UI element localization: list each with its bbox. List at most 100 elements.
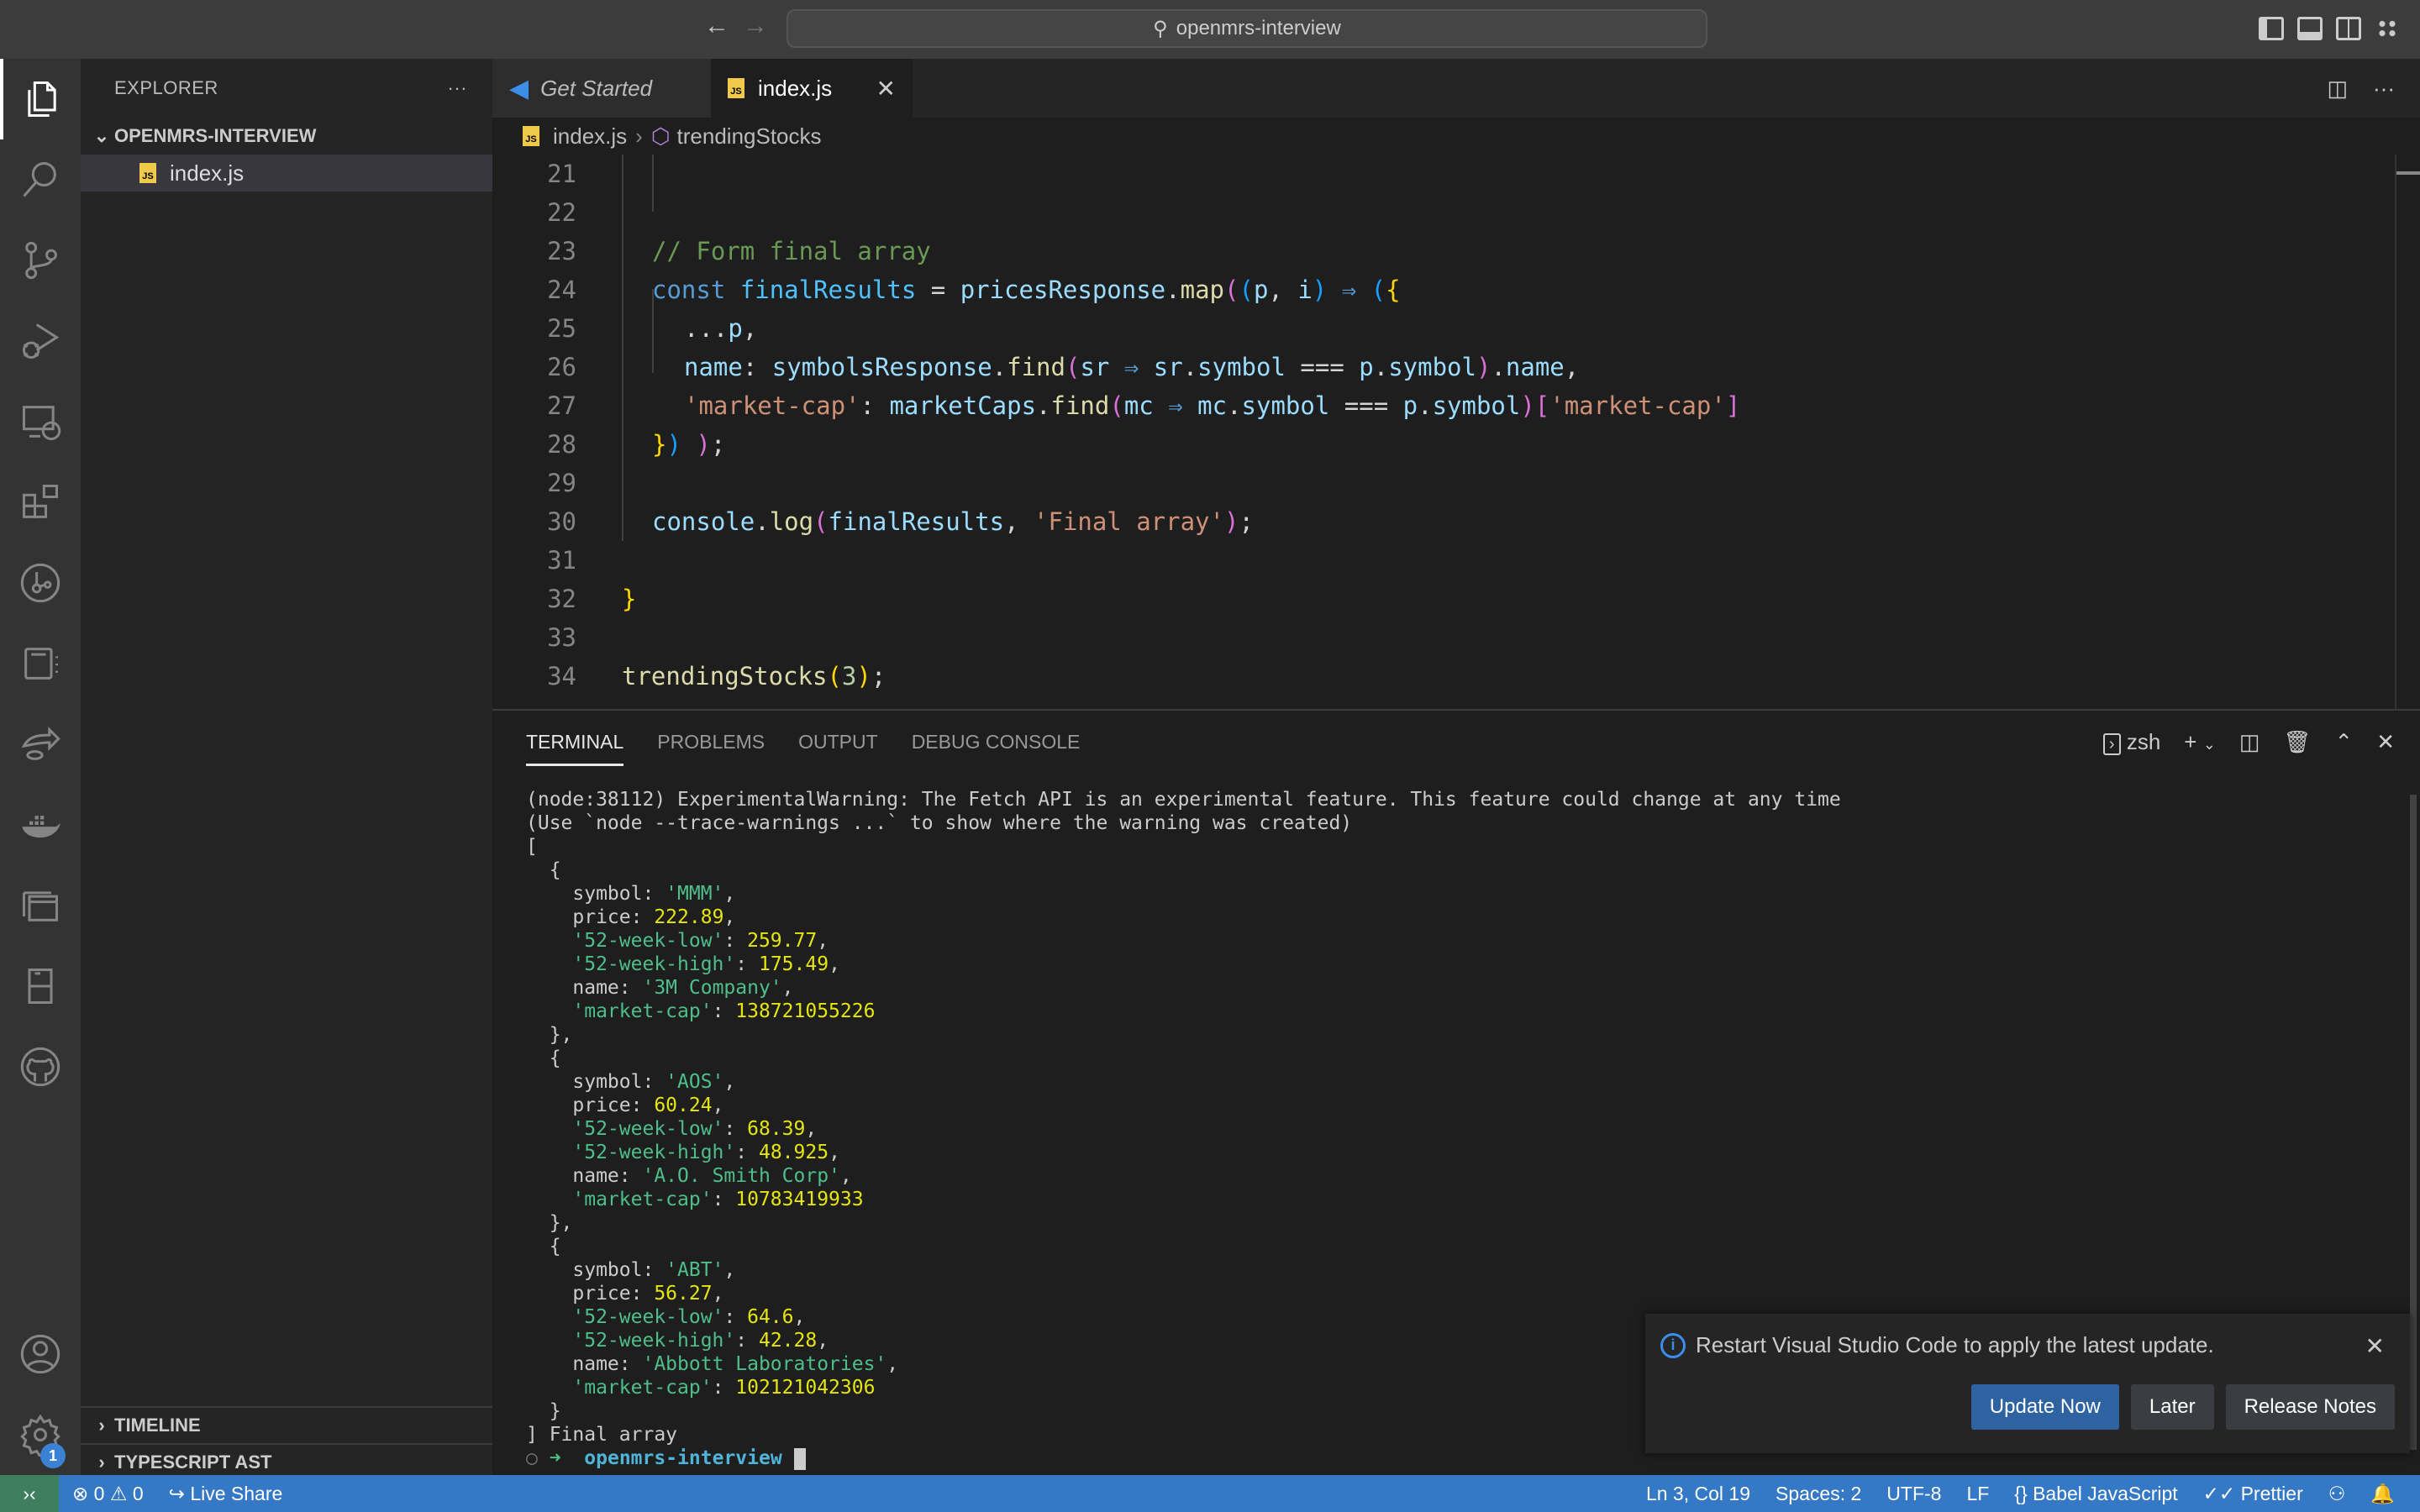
line-number: 29 (547, 469, 576, 497)
editor-actions: ◫ ··· (2327, 76, 2395, 102)
error-count: 0 (93, 1482, 105, 1504)
nav-arrows: ← → (704, 12, 768, 40)
timeline-section[interactable]: › TIMELINE (81, 1406, 492, 1443)
split-editor-icon[interactable]: ◫ (2327, 76, 2348, 102)
code-token: 'Final array' (1033, 507, 1224, 536)
toggle-secondary-sidebar-icon[interactable] (2336, 17, 2361, 40)
toggle-primary-sidebar-icon[interactable] (2259, 17, 2284, 40)
final-array-label: Final array (549, 1424, 678, 1446)
breadcrumb: JS index.js › ⬡ trendingStocks (492, 118, 2420, 155)
code-token: ⇒ (1123, 353, 1139, 381)
line-number: 24 (547, 276, 576, 304)
code-token: p (1253, 276, 1269, 304)
feedback-icon[interactable]: ⚇ (2328, 1483, 2346, 1505)
code-line: 32} (492, 580, 2395, 618)
code-token: find (1007, 353, 1065, 381)
minimap-slider[interactable] (2396, 171, 2420, 175)
manage-gear-icon[interactable]: 1 (0, 1394, 81, 1475)
git-graph-icon[interactable] (0, 543, 81, 623)
terminal-shell-selector[interactable]: › zsh (2102, 729, 2160, 755)
breadcrumb-symbol[interactable]: trendingStocks (677, 123, 822, 150)
database-icon[interactable] (0, 946, 81, 1026)
tab-problems[interactable]: PROBLEMS (657, 731, 765, 766)
containers-icon[interactable] (0, 865, 81, 946)
tab-index-js[interactable]: JS index.js ✕ (711, 59, 913, 118)
cursor-position[interactable]: Ln 3, Col 19 (1646, 1483, 1750, 1505)
code-token: p (728, 314, 743, 343)
code-token: symbol (1197, 353, 1286, 381)
back-arrow-icon[interactable]: ← (704, 12, 729, 40)
result-symbol: 'MMM' (666, 883, 724, 905)
symbol-method-icon: ⬡ (650, 123, 671, 149)
result-low: 259.77 (747, 930, 818, 952)
tab-terminal[interactable]: TERMINAL (526, 731, 624, 766)
code-token: symbolsResponse (771, 353, 992, 381)
code-token: mc (1197, 391, 1228, 420)
forward-arrow-icon[interactable]: → (743, 12, 768, 40)
folder-name: OPENMRS-INTERVIEW (114, 125, 317, 146)
accounts-icon[interactable] (0, 1314, 81, 1394)
docker-icon[interactable] (0, 785, 81, 865)
terminal-output[interactable]: (node:38112) ExperimentalWarning: The Fe… (526, 788, 1841, 1470)
later-button[interactable]: Later (2130, 1384, 2214, 1430)
live-share-icon[interactable] (0, 704, 81, 785)
command-center-search[interactable]: ⚲ openmrs-interview (786, 9, 1707, 48)
tab-debug-console[interactable]: DEBUG CONSOLE (912, 731, 1081, 766)
breadcrumb-file[interactable]: index.js (553, 123, 627, 150)
remote-explorer-icon[interactable] (0, 381, 81, 462)
tab-output[interactable]: OUTPUT (798, 731, 878, 766)
run-debug-icon[interactable] (0, 301, 81, 381)
js-file-icon: JS (728, 78, 744, 98)
tab-close-icon[interactable]: ✕ (876, 75, 896, 102)
code-token: name (1505, 353, 1565, 381)
line-number: 25 (547, 314, 576, 343)
language-mode[interactable]: {} Babel JavaScript (2014, 1483, 2177, 1505)
release-notes-button[interactable]: Release Notes (2225, 1384, 2395, 1430)
double-check-icon: ✓✓ (2202, 1482, 2236, 1504)
notebook-icon[interactable] (0, 623, 81, 704)
minimap[interactable] (2395, 155, 2420, 709)
code-token: p (1402, 391, 1418, 420)
search-icon[interactable] (0, 139, 81, 220)
end-of-line[interactable]: LF (1966, 1483, 1989, 1505)
more-actions-icon[interactable]: ··· (2373, 76, 2395, 102)
notification-close-icon[interactable]: ✕ (2365, 1332, 2385, 1360)
github-icon[interactable] (0, 1026, 81, 1107)
explorer-more-actions[interactable]: ··· (448, 77, 467, 99)
problems-status[interactable]: ⊗ 0 ⚠ 0 (72, 1483, 144, 1505)
layout-controls (2259, 17, 2400, 40)
update-now-button[interactable]: Update Now (1970, 1384, 2119, 1430)
source-control-icon[interactable] (0, 220, 81, 301)
split-terminal-icon[interactable]: ◫ (2239, 729, 2260, 755)
result-price: 60.24 (654, 1095, 713, 1116)
toggle-panel-icon[interactable] (2297, 17, 2323, 40)
vscode-logo-icon: ◀ (509, 74, 529, 102)
indentation[interactable]: Spaces: 2 (1776, 1483, 1861, 1505)
code-token: finalResults (828, 507, 1005, 536)
timeline-label: TIMELINE (114, 1415, 201, 1436)
extensions-icon[interactable] (0, 462, 81, 543)
activity-bar: 1 (0, 59, 81, 1475)
remote-indicator-icon[interactable]: ›‹ (0, 1475, 59, 1512)
code-token: const (652, 276, 726, 304)
code-token: === (1300, 353, 1344, 381)
notifications-bell-icon[interactable]: 🔔 (2370, 1483, 2395, 1505)
terminal-cursor (793, 1447, 806, 1470)
encoding[interactable]: UTF-8 (1886, 1483, 1941, 1505)
tab-get-started[interactable]: ◀ Get Started (492, 59, 711, 118)
customize-layout-icon[interactable] (2375, 17, 2400, 40)
close-panel-icon[interactable]: ✕ (2376, 729, 2395, 755)
new-terminal-icon[interactable]: + ⌄ (2184, 729, 2216, 755)
tab-label: Get Started (540, 75, 653, 101)
prettier-status[interactable]: ✓✓ Prettier (2203, 1483, 2303, 1505)
maximize-panel-chevron-up-icon[interactable]: ⌃ (2334, 729, 2353, 755)
file-item-index-js[interactable]: JS index.js (81, 155, 492, 192)
code-editor[interactable]: 21 22 23 // Form final array 24 const fina… (492, 155, 2395, 709)
terminal-scrollbar[interactable] (2410, 795, 2417, 1450)
explorer-icon[interactable] (0, 59, 81, 139)
live-share-status[interactable]: ↪ Live Share (169, 1483, 283, 1505)
js-file-icon: JS (523, 126, 539, 146)
code-token: sr (1153, 353, 1183, 381)
kill-terminal-trash-icon[interactable]: 🗑 (2283, 729, 2311, 755)
folder-section-openmrs-interview[interactable]: ⌄ OPENMRS-INTERVIEW (81, 118, 492, 155)
